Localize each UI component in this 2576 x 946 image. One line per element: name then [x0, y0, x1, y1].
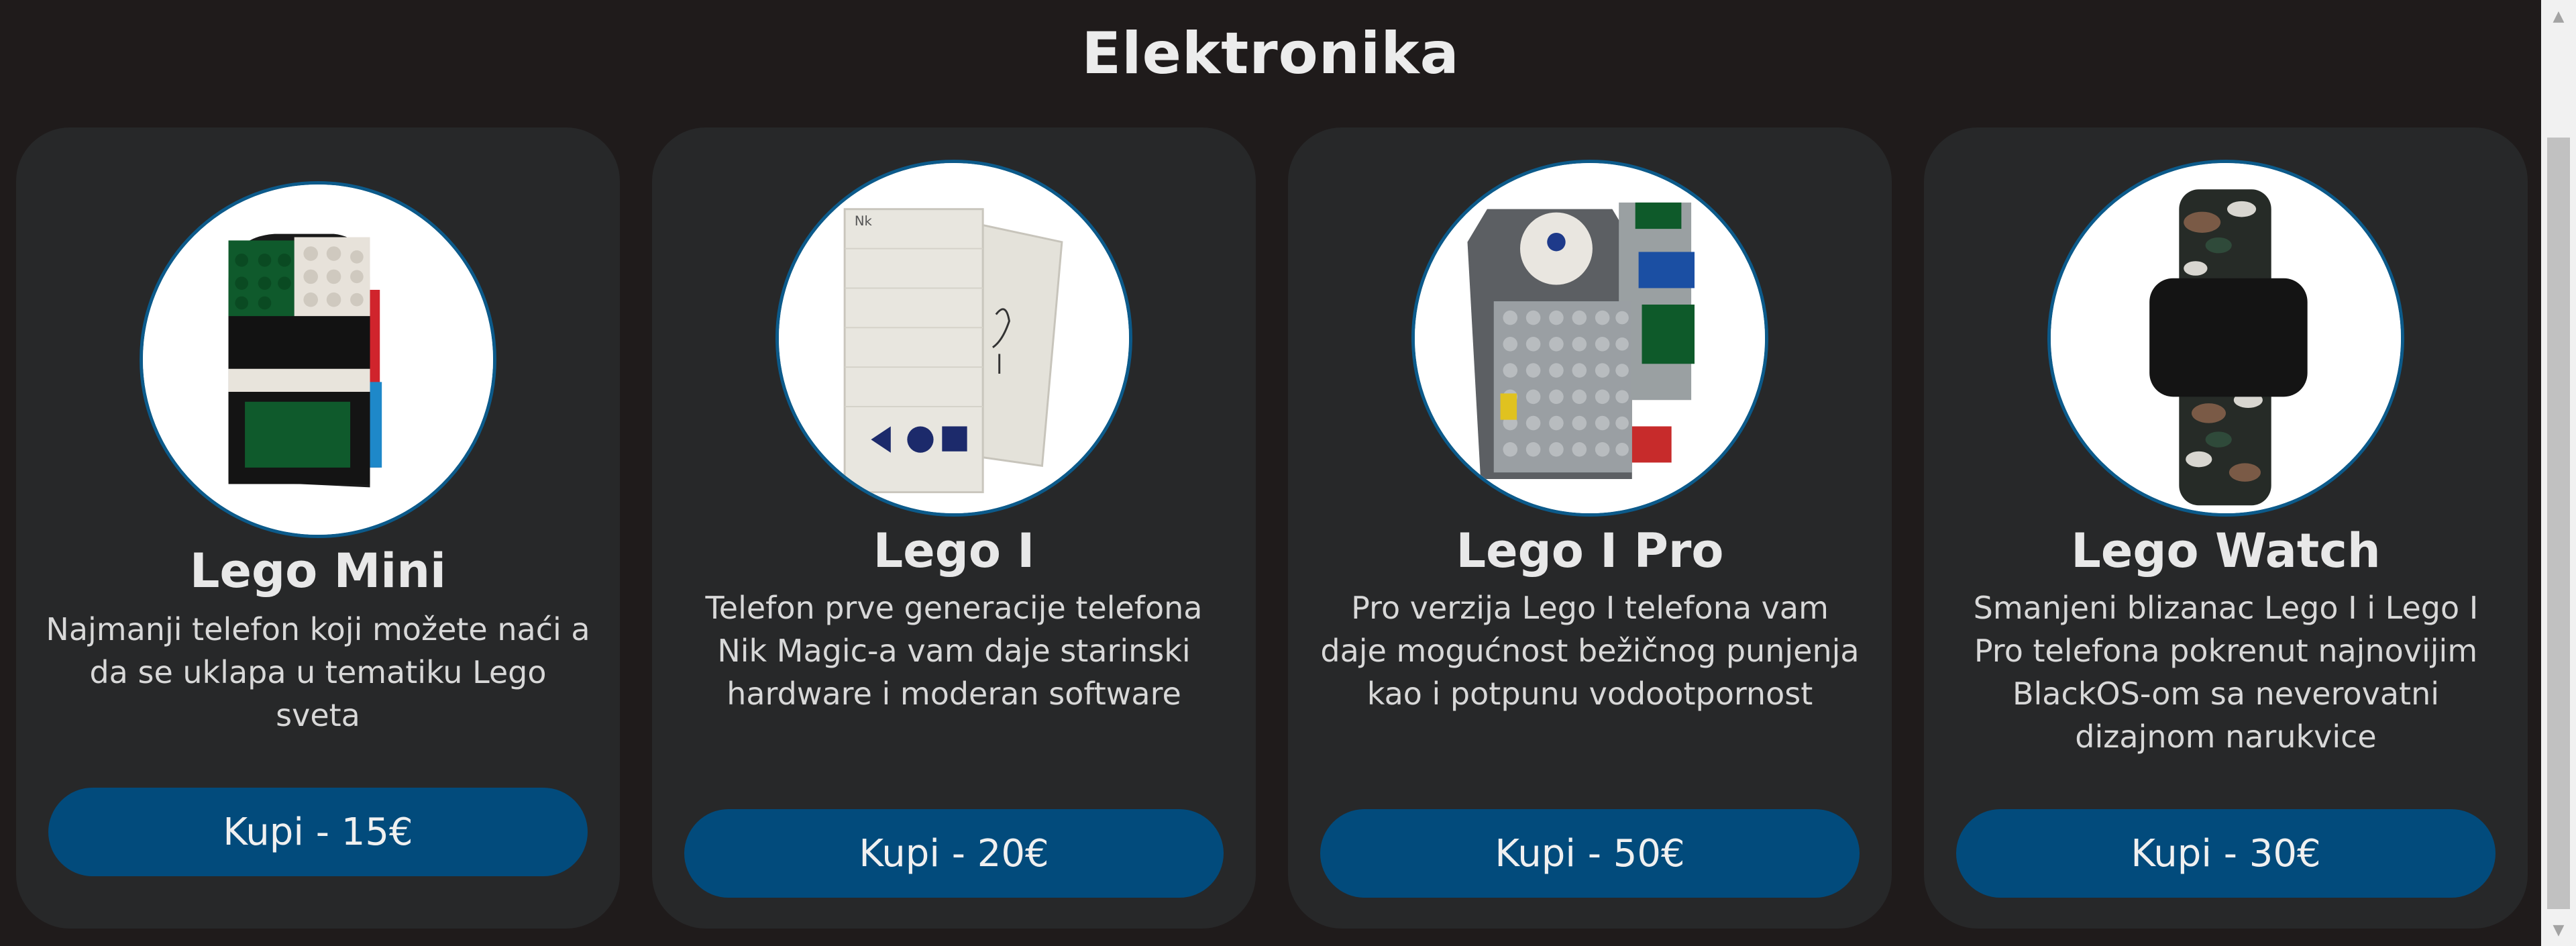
product-description: Najmanji telefon koji možete naći a da s… [46, 611, 590, 733]
page: Elektronika Lego Mini Najmanji telefon k… [0, 0, 2576, 946]
buy-button[interactable]: Kupi - 30€ [1956, 809, 2496, 898]
product-image [140, 181, 496, 538]
product-name: Lego I [873, 523, 1035, 578]
scroll-down-arrow-icon[interactable]: ▼ [2541, 914, 2576, 946]
product-name: Lego Watch [2071, 523, 2381, 578]
product-card: Nk Lego I Telefon prve generacije telefo… [652, 127, 1256, 929]
product-image [1411, 160, 1768, 517]
section-title: Elektronika [1081, 20, 1460, 87]
buy-button[interactable]: Kupi - 20€ [684, 809, 1224, 898]
lego-phone-white-image: Nk [779, 163, 1129, 513]
product-name: Lego Mini [189, 543, 447, 598]
scrollbar-thumb[interactable] [2547, 138, 2570, 909]
product-image [2047, 160, 2404, 517]
main-content: Elektronika Lego Mini Najmanji telefon k… [0, 0, 2541, 946]
product-card: Lego Mini Najmanji telefon koji možete n… [16, 127, 620, 929]
product-description: Smanjeni blizanac Lego I i Lego I Pro te… [1973, 590, 2479, 755]
product-description: Pro verzija Lego I telefona vam daje mog… [1320, 590, 1860, 712]
buy-button[interactable]: Kupi - 15€ [48, 788, 588, 876]
product-card: Lego Watch Smanjeni blizanac Lego I i Le… [1924, 127, 2528, 929]
vertical-scrollbar[interactable]: ▲ ▼ [2541, 0, 2576, 946]
lego-phone-grey-image [1415, 163, 1765, 513]
product-card: Lego I Pro Pro verzija Lego I telefona v… [1288, 127, 1892, 929]
product-image: Nk [775, 160, 1132, 517]
lego-phone-green-image [143, 185, 493, 535]
scroll-up-arrow-icon[interactable]: ▲ [2541, 0, 2576, 32]
product-name: Lego I Pro [1456, 523, 1724, 578]
svg-text:Nk: Nk [855, 213, 873, 229]
buy-button[interactable]: Kupi - 50€ [1320, 809, 1860, 898]
lego-watch-image [2051, 163, 2401, 513]
product-description: Telefon prve generacije telefona Nik Mag… [705, 590, 1203, 712]
